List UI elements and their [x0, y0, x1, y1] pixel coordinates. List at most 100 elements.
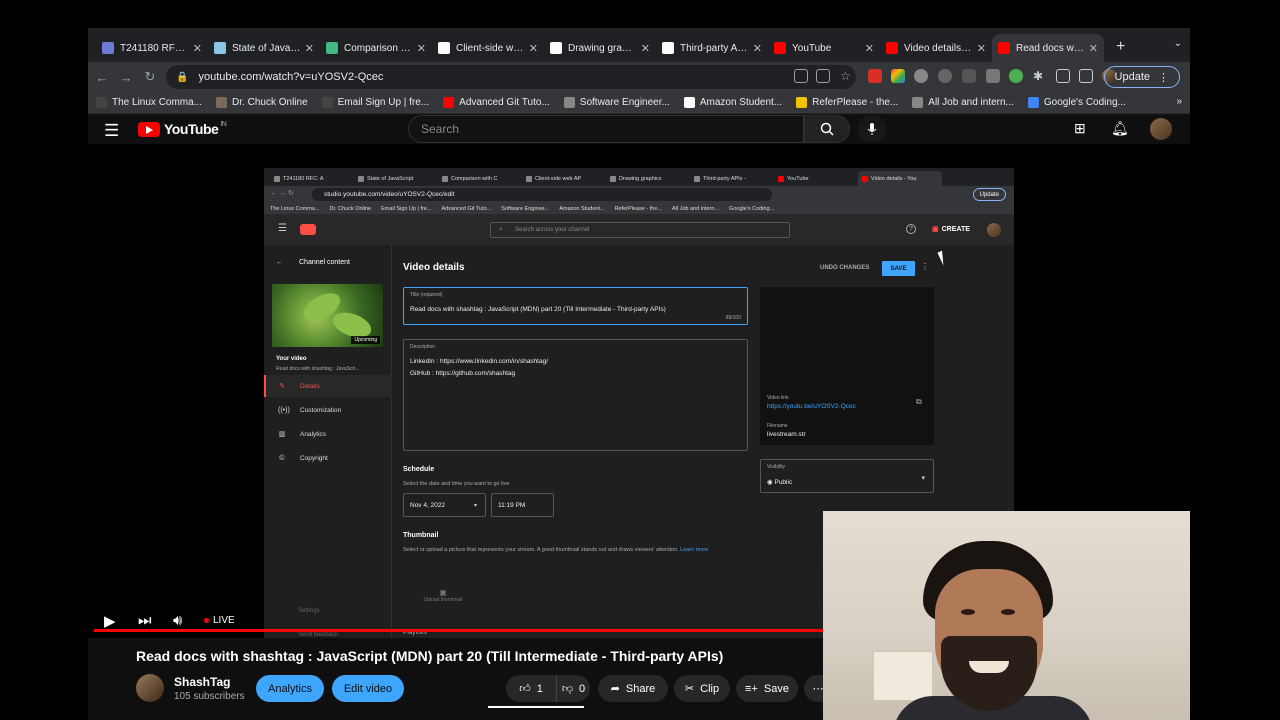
- update-button[interactable]: Update ⋮: [1103, 66, 1180, 88]
- reload-icon[interactable]: ↻: [138, 69, 162, 85]
- studio-header: ☰ ⌕ Search across your channel ? ▣ CREATE: [264, 215, 1014, 245]
- reading-list-icon[interactable]: [1056, 69, 1070, 83]
- inner-bookmark-item: Dr. Chuck Online: [329, 205, 372, 212]
- browser-tab[interactable]: Read docs with... ✕: [992, 34, 1104, 62]
- extension-icon[interactable]: [914, 69, 928, 83]
- bookmark-label: The Linux Comma...: [112, 97, 203, 108]
- browser-tab[interactable]: Third-party API... ✕: [656, 34, 768, 62]
- tab-title: Comparison wi...: [344, 42, 413, 54]
- bookmark-label: Dr. Chuck Online: [232, 97, 308, 108]
- upcoming-badge-label: Upcoming: [354, 337, 377, 343]
- search-button[interactable]: [804, 115, 850, 143]
- bookmark-item[interactable]: Software Engineer...: [563, 97, 670, 108]
- close-tab-icon[interactable]: ✕: [1089, 42, 1098, 55]
- youtube-logo[interactable]: YouTube IN: [138, 121, 227, 137]
- tab-bar: T241180 RFC: ...✕State of JavaSc...✕Comp…: [88, 28, 1190, 62]
- close-tab-icon[interactable]: ✕: [417, 42, 426, 55]
- more-bookmarks-icon[interactable]: »: [1176, 96, 1182, 107]
- close-tab-icon[interactable]: ✕: [529, 42, 538, 55]
- next-icon[interactable]: ⏭︎: [138, 612, 152, 629]
- live-dot-icon: [204, 618, 209, 623]
- browser-tab[interactable]: Drawing graphi... ✕: [544, 34, 656, 62]
- bookmark-label: Advanced Git Tuto...: [459, 97, 550, 108]
- bookmark-item[interactable]: Email Sign Up | fre...: [321, 97, 429, 108]
- inner-tab-favicon-icon: [694, 175, 700, 182]
- forward-arrow-icon[interactable]: →: [114, 70, 138, 85]
- address-bar-row: ← → ↻ 🔒 youtube.com/watch?v=uYOSV2-Qcec …: [88, 62, 1190, 92]
- channel-avatar[interactable]: [136, 674, 164, 702]
- close-tab-icon[interactable]: ✕: [977, 42, 986, 55]
- inner-tab: Third-party APIs -: [690, 171, 774, 186]
- bookmark-star-icon[interactable]: ☆: [840, 69, 854, 83]
- voice-search-button[interactable]: [858, 115, 886, 143]
- browser-tab[interactable]: State of JavaSc... ✕: [208, 34, 320, 62]
- bookmark-item[interactable]: ReferPlease - the...: [796, 97, 898, 108]
- save-button[interactable]: ≡+ Save: [736, 675, 798, 702]
- extension-icon[interactable]: [868, 69, 882, 83]
- browser-tab[interactable]: Comparison wi... ✕: [320, 34, 432, 62]
- close-tab-icon[interactable]: ✕: [753, 42, 762, 55]
- bookmark-item[interactable]: Amazon Student...: [683, 97, 782, 108]
- edit-video-button[interactable]: Edit video: [332, 675, 404, 702]
- browser-tab[interactable]: T241180 RFC: ... ✕: [96, 34, 208, 62]
- inner-tab-title: Video details - You: [871, 175, 917, 182]
- dislike-button[interactable]: 👎︎ 0: [556, 675, 590, 702]
- hamburger-menu-icon[interactable]: ☰: [104, 121, 119, 141]
- side-panel-icon[interactable]: [1079, 69, 1093, 83]
- back-arrow-icon[interactable]: ←: [90, 70, 114, 85]
- dropdown-arrow-icon: ▾: [473, 502, 477, 509]
- live-badge[interactable]: LIVE: [204, 615, 235, 626]
- share-icon[interactable]: [794, 69, 808, 83]
- like-button[interactable]: 👍︎ 1: [506, 675, 556, 702]
- thumbnail-heading: Thumbnail: [403, 532, 439, 539]
- upcoming-badge: Upcoming: [351, 336, 380, 344]
- extension-icon[interactable]: [962, 69, 976, 83]
- description-line: LinkedIn : https://www.linkedin.com/in/s…: [410, 358, 549, 365]
- tab-title: Drawing graphi...: [568, 42, 637, 54]
- puzzle-icon[interactable]: ✱: [1033, 69, 1047, 83]
- share-button[interactable]: ➦ Share: [598, 675, 668, 702]
- close-tab-icon[interactable]: ✕: [305, 42, 314, 55]
- bookmark-item[interactable]: Google's Coding...: [1027, 97, 1126, 108]
- install-icon[interactable]: [816, 69, 830, 83]
- bookmark-item[interactable]: All Job and intern...: [912, 97, 1014, 108]
- scissors-icon: ✂: [684, 683, 695, 695]
- extension-icon[interactable]: [938, 69, 952, 83]
- inner-tab-favicon-icon: [778, 175, 784, 182]
- browser-tab[interactable]: Client-side web... ✕: [432, 34, 544, 62]
- create-video-icon[interactable]: ⊞: [1074, 120, 1086, 137]
- close-tab-icon[interactable]: ✕: [193, 42, 202, 55]
- thumbs-up-icon: 👍︎: [519, 683, 531, 695]
- analytics-button[interactable]: Analytics: [256, 675, 324, 702]
- undo-changes-button: UNDO CHANGES: [820, 265, 870, 271]
- clip-button[interactable]: ✂ Clip: [674, 675, 730, 702]
- play-icon[interactable]: ▶: [104, 612, 116, 630]
- notifications-bell-icon[interactable]: 🔔︎: [1111, 120, 1129, 137]
- tab-favicon-icon: [550, 42, 562, 54]
- channel-name[interactable]: ShashTag: [174, 675, 230, 689]
- bookmark-label: All Job and intern...: [928, 97, 1014, 108]
- search-input[interactable]: Search: [408, 115, 804, 143]
- browser-tab[interactable]: Video details -... ✕: [880, 34, 992, 62]
- extension-icon[interactable]: [986, 69, 1000, 83]
- title-counter: 89/100: [725, 315, 741, 321]
- inner-tab-bar: T241180 RFC: A State of JavaScript Compari…: [264, 168, 1014, 186]
- volume-icon[interactable]: 🔊︎: [173, 612, 182, 629]
- close-tab-icon[interactable]: ✕: [865, 42, 874, 55]
- tab-favicon-icon: [326, 42, 338, 54]
- browser-tab[interactable]: YouTube ✕: [768, 34, 880, 62]
- extension-icon[interactable]: [891, 69, 905, 83]
- extension-icon[interactable]: [1009, 69, 1023, 83]
- broadcast-icon: ((•)): [278, 406, 290, 414]
- tab-favicon-icon: [886, 42, 898, 54]
- page-title: Video details: [403, 262, 465, 273]
- close-tab-icon[interactable]: ✕: [641, 42, 650, 55]
- bookmark-item[interactable]: The Linux Comma...: [96, 97, 202, 108]
- tab-search-chevron-icon[interactable]: ⌄: [1174, 38, 1182, 49]
- account-avatar[interactable]: [1150, 118, 1172, 140]
- lock-icon: 🔒: [176, 71, 189, 83]
- new-tab-button[interactable]: +: [1116, 38, 1125, 56]
- bookmark-item[interactable]: Advanced Git Tuto...: [443, 97, 550, 108]
- bookmark-item[interactable]: Dr. Chuck Online: [216, 97, 308, 108]
- url-field[interactable]: 🔒 youtube.com/watch?v=uYOSV2-Qcec: [166, 65, 856, 89]
